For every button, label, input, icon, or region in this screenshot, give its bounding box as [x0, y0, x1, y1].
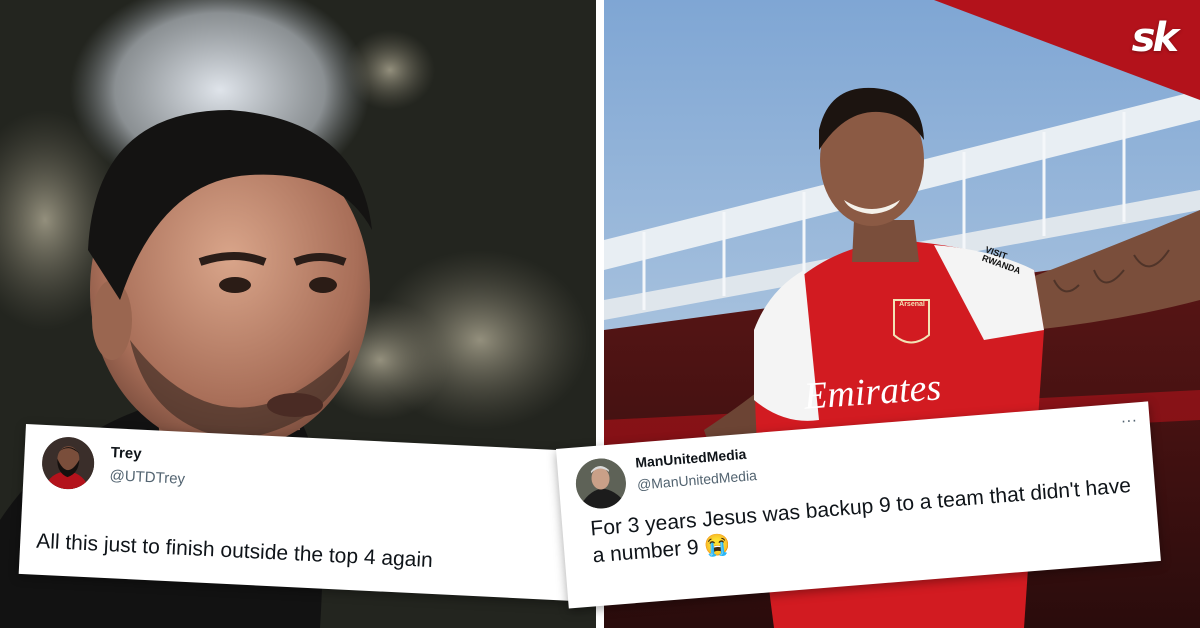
tweet-author-name[interactable]: Trey [110, 444, 142, 462]
sk-logo[interactable]: sk [1132, 18, 1179, 58]
collage: Emirates Arsenal VISIT RWANDA sk Trey @U… [0, 0, 1200, 628]
tweet-card[interactable]: Trey @UTDTrey All this just to finish ou… [18, 424, 594, 602]
tweet-author-handle[interactable]: @ManUnitedMedia [636, 467, 757, 493]
tweet-text: All this just to finish outside the top … [35, 529, 434, 573]
tweet-author-name[interactable]: ManUnitedMedia [635, 446, 747, 471]
tweet-author-handle[interactable]: @UTDTrey [109, 467, 185, 488]
club-badge-text: Arsenal [899, 301, 925, 308]
tweet-more-menu-icon[interactable]: ... [1120, 408, 1138, 427]
avatar[interactable] [573, 456, 628, 511]
avatar[interactable] [40, 435, 96, 491]
